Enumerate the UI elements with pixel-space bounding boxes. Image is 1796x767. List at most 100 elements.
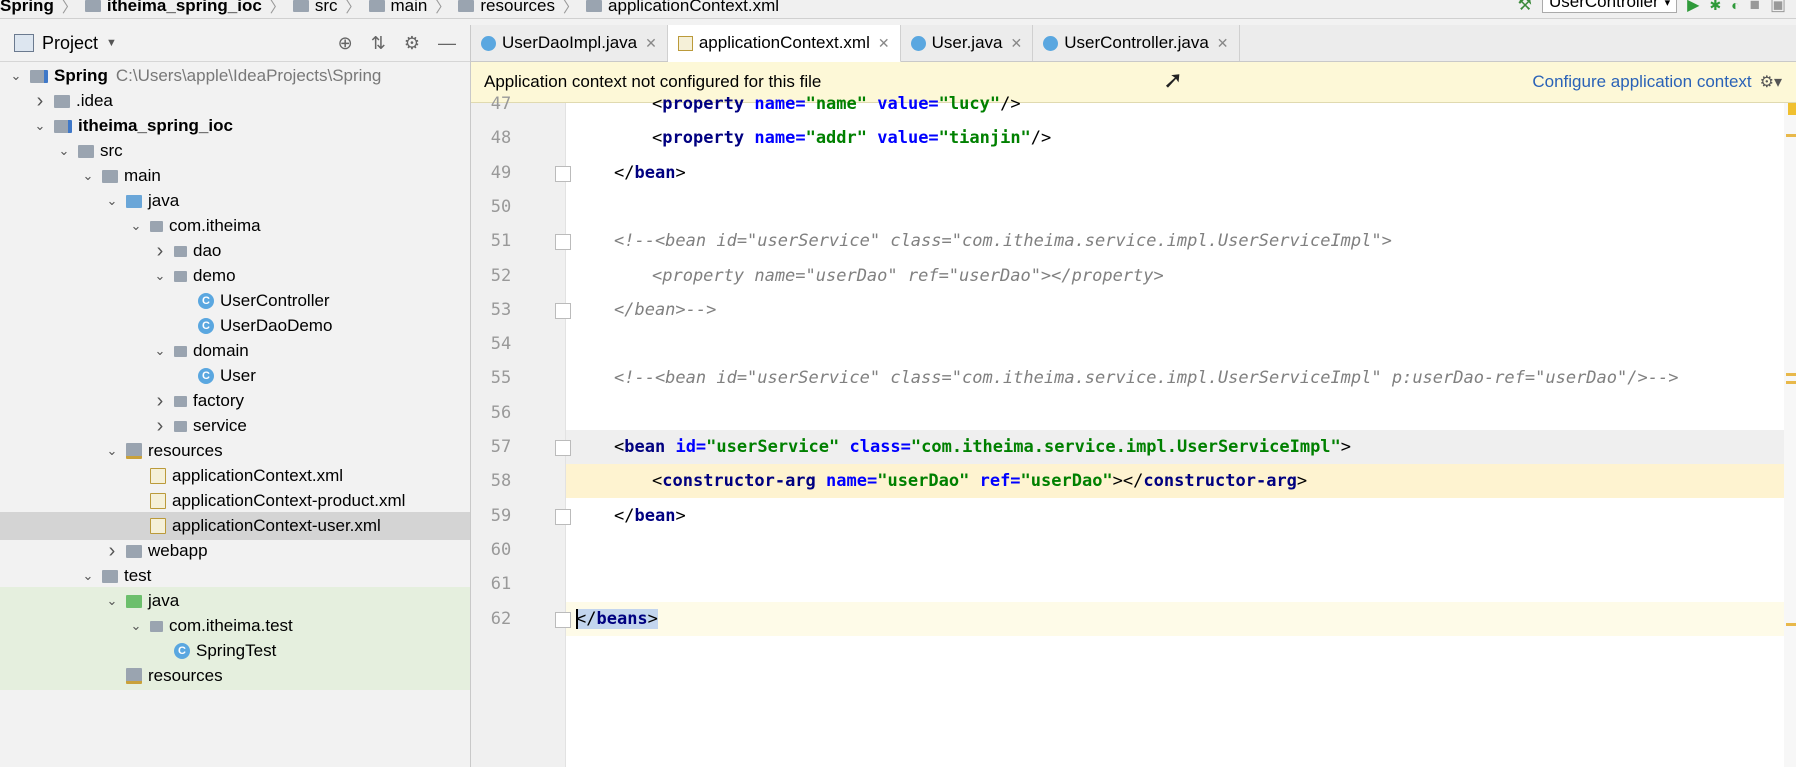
breadcrumb-item[interactable]: src — [315, 0, 338, 16]
run-config-select[interactable]: UserController ▾ — [1542, 0, 1678, 13]
close-icon[interactable]: ✕ — [1217, 35, 1229, 52]
tree-item[interactable]: ⌄ com.itheima — [0, 212, 470, 240]
build-icon[interactable]: ⚒ — [1518, 0, 1532, 15]
code-line[interactable] — [566, 190, 1796, 224]
close-icon[interactable]: ✕ — [878, 35, 890, 52]
coverage-icon[interactable]: ◐ — [1731, 0, 1739, 13]
resources-folder-icon — [126, 443, 142, 459]
tree-item[interactable]: ⌄ src — [0, 137, 470, 165]
tree-item[interactable]: ⌄ demo — [0, 262, 470, 290]
tree-item[interactable]: C User — [0, 362, 470, 390]
chevron-right-icon[interactable]: › — [104, 540, 120, 563]
editor-scrollbar[interactable] — [1784, 103, 1796, 767]
code-line[interactable] — [566, 567, 1796, 601]
chevron-down-icon[interactable]: ⌄ — [128, 618, 144, 634]
fold-marker-icon[interactable] — [555, 440, 571, 456]
fold-marker-icon[interactable] — [555, 234, 571, 251]
chevron-down-icon[interactable]: ⌄ — [128, 218, 144, 234]
editor-tab[interactable]: applicationContext.xml ✕ — [667, 25, 901, 63]
tree-item[interactable]: resources — [0, 662, 470, 690]
code-text: <!--<bean id="userService" class="com.it… — [614, 368, 1679, 389]
close-icon[interactable]: ✕ — [645, 35, 657, 52]
fold-marker-icon[interactable] — [555, 611, 571, 628]
stop-icon[interactable]: ■ — [1750, 0, 1760, 15]
editor-tab[interactable]: UserDaoImpl.java ✕ — [471, 25, 668, 61]
chevron-down-icon[interactable]: ⌄ — [80, 568, 96, 584]
tree-item[interactable]: ⌄ java — [0, 587, 470, 615]
chevron-right-icon[interactable]: › — [152, 240, 168, 263]
tree-item[interactable]: › .idea — [0, 87, 470, 115]
chevron-down-icon[interactable]: ⌄ — [8, 68, 24, 84]
chevron-down-icon[interactable]: ⌄ — [104, 443, 120, 459]
debug-icon[interactable]: ✱ — [1709, 0, 1721, 14]
chevron-right-icon[interactable]: › — [32, 90, 48, 113]
tree-item[interactable]: ⌄ Spring C:\Users\apple\IdeaProjects\Sprin… — [0, 62, 470, 90]
tree-item[interactable]: ⌄ java — [0, 187, 470, 215]
code-line[interactable]: <constructor-arg name="userDao" ref="use… — [566, 464, 1796, 499]
tree-item[interactable]: › webapp — [0, 537, 470, 565]
project-structure-icon[interactable]: ▣ — [1770, 0, 1786, 15]
project-panel-title[interactable]: Project — [42, 33, 98, 54]
tree-item[interactable]: C UserDaoDemo — [0, 312, 470, 340]
run-icon[interactable]: ▶ — [1687, 0, 1699, 15]
breadcrumb-item[interactable]: itheima_spring_ioc — [107, 0, 262, 16]
tree-item[interactable]: ⌄ resources — [0, 437, 470, 465]
tree-item-label: domain — [193, 341, 249, 360]
code-line[interactable]: </beans> — [566, 601, 1796, 636]
fold-marker-icon[interactable] — [555, 165, 571, 182]
chevron-down-icon[interactable]: ⌄ — [56, 143, 72, 159]
gear-icon[interactable]: ⚙ — [404, 33, 420, 54]
locate-icon[interactable]: ⊕ — [338, 33, 353, 54]
tree-item[interactable]: › factory — [0, 387, 470, 415]
chevron-down-icon[interactable]: ⌄ — [152, 343, 168, 359]
chevron-down-icon[interactable]: ⌄ — [104, 593, 120, 609]
hide-icon[interactable]: — — [438, 33, 456, 54]
chevron-down-icon[interactable]: ▼ — [106, 37, 117, 49]
code-line[interactable]: <property name="userDao" ref="userDao"><… — [566, 259, 1796, 293]
code-line[interactable]: </bean>--> — [566, 293, 1796, 327]
package-icon — [174, 270, 187, 282]
tree-item[interactable]: C SpringTest — [0, 637, 470, 665]
fold-marker-icon[interactable] — [555, 302, 571, 319]
code-line[interactable]: <!--<bean id="userService" class="com.it… — [566, 224, 1796, 258]
editor-tab[interactable]: UserController.java ✕ — [1033, 25, 1240, 61]
code-line[interactable]: <bean id="userService" class="com.itheim… — [566, 430, 1796, 464]
chevron-right-icon[interactable]: › — [152, 390, 168, 413]
close-icon[interactable]: ✕ — [1010, 35, 1022, 52]
tree-item[interactable]: › dao — [0, 237, 470, 265]
code-line[interactable] — [566, 396, 1796, 430]
tree-item[interactable]: ⌄ main — [0, 162, 470, 190]
tree-item[interactable]: ⌄ domain — [0, 337, 470, 365]
code-line[interactable] — [566, 533, 1796, 567]
tree-item[interactable]: applicationContext-product.xml — [0, 487, 470, 515]
tree-item-label: applicationContext.xml — [172, 466, 344, 485]
tree-item[interactable]: ⌄ test — [0, 562, 470, 590]
fold-marker-icon[interactable] — [555, 508, 571, 525]
code-line[interactable]: <property name="name" value="lucy"/> — [566, 87, 1796, 121]
collapse-all-icon[interactable]: ⇅ — [371, 33, 386, 54]
chevron-down-icon[interactable]: ⌄ — [80, 168, 96, 184]
tree-item[interactable]: applicationContext.xml — [0, 462, 470, 490]
chevron-right-icon[interactable]: › — [152, 415, 168, 438]
tree-item[interactable]: › service — [0, 412, 470, 440]
code-line[interactable]: <property name="addr" value="tianjin"/> — [566, 121, 1796, 155]
chevron-down-icon[interactable]: ⌄ — [104, 193, 120, 209]
chevron-down-icon[interactable]: ⌄ — [32, 118, 48, 134]
code-line[interactable]: </bean> — [566, 156, 1796, 190]
editor-tab[interactable]: User.java ✕ — [901, 25, 1034, 61]
code-editor[interactable]: <property name="name" value="lucy"/> <pro… — [566, 94, 1796, 767]
code-line[interactable]: <!--<bean id="userService" class="com.it… — [566, 361, 1796, 395]
code-line[interactable]: </bean> — [566, 499, 1796, 533]
tree-item[interactable]: C UserController — [0, 287, 470, 315]
breadcrumb-item[interactable]: applicationContext.xml — [608, 0, 779, 16]
tab-label: UserDaoImpl.java — [502, 33, 638, 52]
tree-item[interactable]: ⌄ com.itheima.test — [0, 612, 470, 640]
chevron-down-icon[interactable]: ⌄ — [152, 268, 168, 284]
tree-item-label: java — [148, 191, 180, 210]
tree-item[interactable]: applicationContext-user.xml — [0, 512, 470, 540]
breadcrumb-item[interactable]: Spring — [0, 0, 54, 16]
code-line[interactable] — [566, 327, 1796, 361]
tree-item[interactable]: ⌄ itheima_spring_ioc — [0, 112, 470, 140]
breadcrumb-item[interactable]: main — [391, 0, 428, 16]
breadcrumb-item[interactable]: resources — [480, 0, 555, 16]
